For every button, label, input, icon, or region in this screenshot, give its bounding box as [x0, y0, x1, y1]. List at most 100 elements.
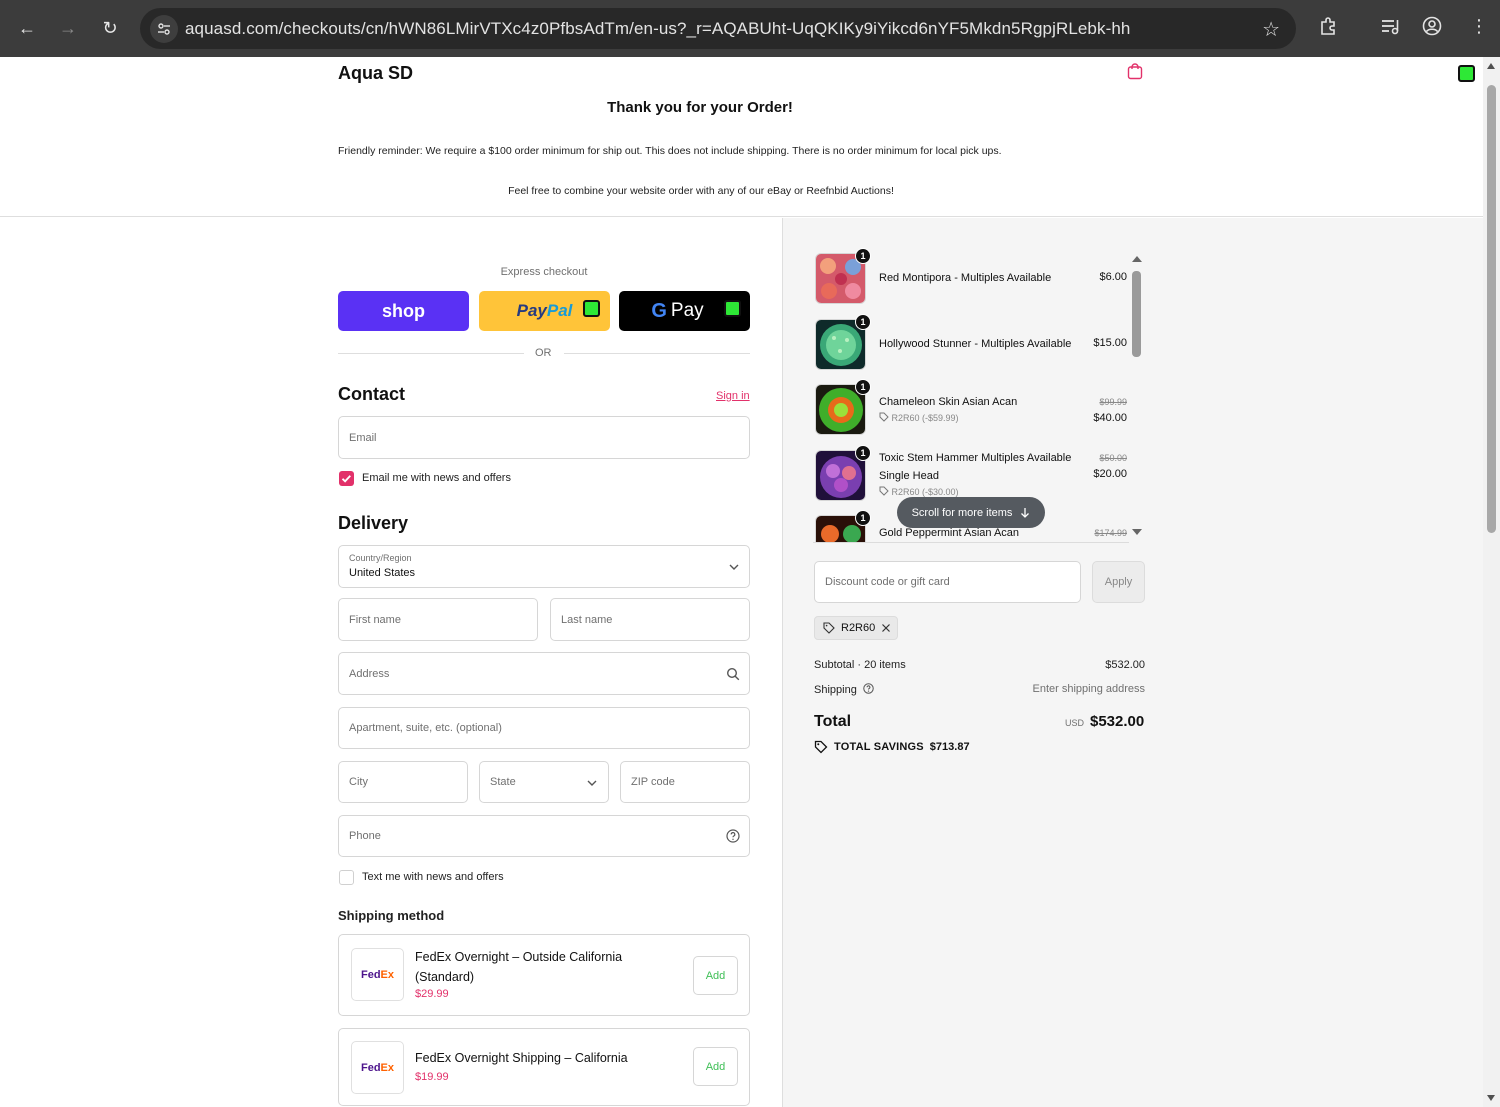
item-discount-label: R2R60 (-$30.00)	[891, 487, 959, 497]
shipping-option-card[interactable]: Fed Ex FedEx Overnight Shipping – Califor…	[338, 1028, 750, 1106]
scroll-for-more-button[interactable]: Scroll for more items	[897, 497, 1045, 528]
divider	[338, 353, 524, 354]
email-news-label: Email me with news and offers	[362, 472, 511, 484]
last-name-input[interactable]: Last name	[550, 598, 750, 641]
scroll-down-icon[interactable]	[1487, 1095, 1495, 1101]
page-scrollbar-thumb[interactable]	[1487, 85, 1496, 533]
sign-in-link[interactable]: Sign in	[716, 390, 750, 402]
back-icon[interactable]: ←	[13, 14, 41, 42]
email-news-checkbox[interactable]	[339, 471, 354, 486]
item-name: Chameleon Skin Asian Acan	[879, 396, 1018, 408]
item-price: $6.00	[1099, 271, 1127, 283]
media-queue-icon[interactable]	[1380, 16, 1400, 41]
scroll-up-icon[interactable]	[1487, 63, 1495, 69]
extension-indicator-icon	[583, 300, 600, 317]
store-brand[interactable]: Aqua SD	[338, 63, 413, 84]
item-original-price: $50.00	[1099, 453, 1127, 463]
item-variant: Single Head	[879, 470, 939, 482]
paypal-button[interactable]: PayPal	[479, 291, 610, 331]
text-news-checkbox[interactable]	[339, 870, 354, 885]
cart-item: 1 Chameleon Skin Asian Acan R2R60 (-$59.…	[813, 378, 1133, 438]
fedex-logo-icon: Fed Ex	[351, 948, 404, 1001]
shipping-option-card[interactable]: Fed Ex FedEx Overnight – Outside Californ…	[338, 934, 750, 1016]
apartment-placeholder: Apartment, suite, etc. (optional)	[349, 722, 502, 734]
close-icon[interactable]	[881, 623, 891, 633]
add-shipping-button[interactable]: Add	[693, 1047, 738, 1086]
item-price: $15.00	[1093, 337, 1127, 349]
arrow-down-icon	[1021, 508, 1030, 518]
menu-kebab-icon[interactable]: ⋮	[1470, 16, 1488, 37]
email-input[interactable]: Email	[338, 416, 750, 459]
address-input[interactable]: Address	[338, 652, 750, 695]
total-label: Total	[814, 713, 852, 730]
checkout-page: Aqua SD Thank you for your Order! Friend…	[0, 57, 1483, 1107]
reload-icon[interactable]: ↻	[96, 14, 124, 42]
extension-indicator-icon[interactable]	[1458, 65, 1475, 82]
cart-item: 1 Red Montipora - Multiples Available $6…	[813, 247, 1133, 307]
shipping-option-price: $19.99	[415, 1071, 449, 1083]
store-header: Aqua SD Thank you for your Order! Friend…	[0, 57, 1483, 217]
shipping-summary-value: Enter shipping address	[1032, 683, 1145, 695]
add-shipping-button[interactable]: Add	[693, 956, 738, 995]
item-name: Hollywood Stunner - Multiples Available	[879, 338, 1072, 350]
cart-item: 1 Toxic Stem Hammer Multiples Available …	[813, 444, 1133, 504]
country-value: United States	[349, 567, 416, 579]
cart-scroll-up-icon[interactable]	[1132, 256, 1142, 262]
shop-pay-label: shop	[382, 300, 425, 321]
cart-scroll-down-icon[interactable]	[1132, 529, 1142, 535]
cart-scrollbar-thumb[interactable]	[1132, 271, 1141, 357]
city-input[interactable]: City	[338, 761, 468, 803]
first-name-input[interactable]: First name	[338, 598, 538, 641]
express-checkout-label: Express checkout	[500, 266, 588, 278]
cart-bag-icon[interactable]	[1126, 62, 1144, 80]
quantity-badge: 1	[855, 445, 871, 461]
thank-you-heading: Thank you for your Order!	[607, 99, 793, 116]
text-news-label: Text me with news and offers	[362, 871, 504, 883]
savings-label: TOTAL SAVINGS	[834, 741, 924, 753]
tag-icon	[823, 622, 835, 634]
google-g-icon: G	[651, 299, 667, 322]
state-select[interactable]: State	[479, 761, 609, 803]
subtotal-label: Subtotal · 20 items	[814, 659, 906, 671]
item-original-price: $99.99	[1099, 397, 1127, 407]
item-discount-label: R2R60 (-$59.99)	[891, 413, 959, 423]
address-placeholder: Address	[349, 668, 390, 680]
savings-value: $713.87	[929, 741, 970, 753]
combine-orders-note: Feel free to combine your website order …	[508, 185, 894, 197]
google-pay-button[interactable]: G Pay	[619, 291, 750, 331]
applied-code-label: R2R60	[841, 622, 876, 634]
site-settings-icon[interactable]	[150, 15, 178, 43]
delivery-heading: Delivery	[338, 513, 409, 533]
extensions-icon[interactable]	[1318, 16, 1338, 41]
help-circle-icon[interactable]	[863, 683, 874, 694]
page-scrollbar[interactable]	[1483, 57, 1500, 1107]
order-minimum-reminder: Friendly reminder: We require a $100 ord…	[338, 145, 1002, 157]
fedex-logo-icon: Fed Ex	[351, 1041, 404, 1094]
total-value: $532.00	[1090, 713, 1145, 730]
shipping-option-name: FedEx Overnight – Outside California (St…	[415, 950, 623, 984]
profile-icon[interactable]	[1422, 16, 1442, 41]
shop-pay-button[interactable]: shop	[338, 291, 469, 331]
address-bar[interactable]: aquasd.com/checkouts/cn/hWN86LMirVTXc4z0…	[140, 8, 1296, 49]
url-text[interactable]: aquasd.com/checkouts/cn/hWN86LMirVTXc4z0…	[185, 19, 1130, 39]
item-price: $40.00	[1093, 412, 1127, 424]
phone-input[interactable]: Phone	[338, 815, 750, 857]
tag-icon	[879, 486, 889, 496]
zip-input[interactable]: ZIP code	[620, 761, 750, 803]
extension-indicator-icon	[724, 300, 741, 317]
country-select[interactable]: Country/Region United States	[338, 545, 750, 588]
item-original-price: $174.99	[1094, 528, 1127, 538]
apartment-input[interactable]: Apartment, suite, etc. (optional)	[338, 707, 750, 749]
shipping-option-price: $29.99	[415, 988, 449, 1000]
city-placeholder: City	[349, 776, 368, 788]
bookmark-star-icon[interactable]: ☆	[1262, 17, 1280, 42]
forward-icon[interactable]: →	[54, 14, 82, 42]
discount-code-input[interactable]: Discount code or gift card	[814, 561, 1081, 603]
quantity-badge: 1	[855, 248, 871, 264]
help-circle-icon[interactable]	[726, 829, 740, 843]
apply-discount-button[interactable]: Apply	[1092, 561, 1145, 603]
item-discount: R2R60 (-$30.00)	[879, 486, 959, 497]
zip-placeholder: ZIP code	[631, 776, 675, 788]
chevron-down-icon	[587, 780, 597, 786]
discount-placeholder: Discount code or gift card	[825, 576, 950, 588]
